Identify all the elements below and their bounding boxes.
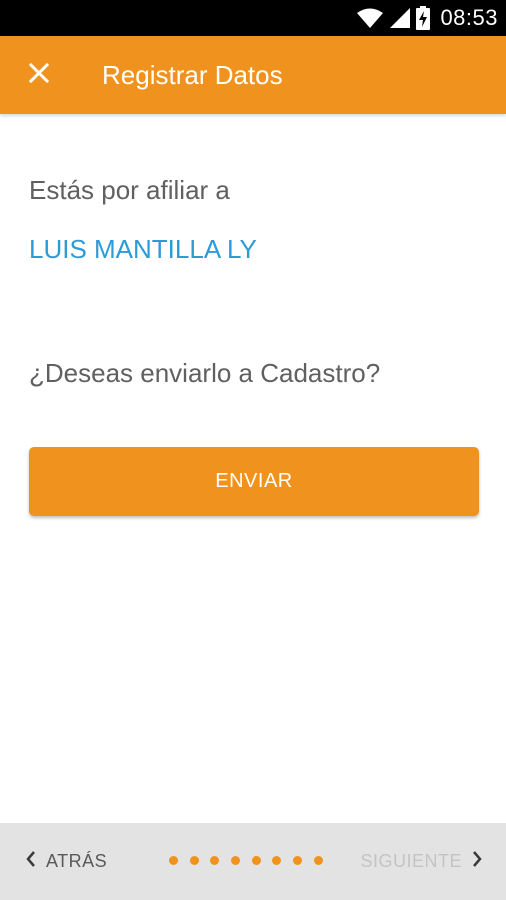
next-button[interactable]: SIGUIENTE [360, 823, 482, 900]
page-dot [272, 856, 282, 865]
page-title: Registrar Datos [102, 60, 283, 90]
next-label: SIGUIENTE [360, 851, 462, 871]
wifi-icon [356, 7, 384, 29]
page-dot [251, 856, 261, 865]
chevron-right-icon [472, 851, 482, 872]
intro-text: Estás por afiliar a [29, 175, 230, 205]
app-bar: Registrar Datos [0, 36, 506, 114]
close-icon [28, 62, 50, 88]
back-label: ATRÁS [46, 851, 108, 871]
person-name: LUIS MANTILLA LY [29, 234, 257, 264]
page-dot [169, 856, 178, 865]
status-bar: 08:53 [0, 0, 506, 36]
page-indicator [169, 856, 323, 866]
close-button[interactable] [22, 58, 56, 92]
page-dot [210, 856, 220, 865]
page-dot [313, 856, 323, 865]
send-button[interactable]: ENVIAR [29, 447, 479, 516]
page-dot [231, 856, 241, 865]
chevron-left-icon [26, 851, 36, 872]
battery-charging-icon [416, 6, 431, 30]
page-dot [189, 856, 199, 865]
clock: 08:53 [440, 5, 498, 30]
question-text: ¿Deseas enviarlo a Cadastro? [29, 358, 381, 388]
page-dot [293, 856, 303, 865]
back-button[interactable]: ATRÁS [26, 823, 107, 900]
bottom-nav: ATRÁS SIGUIENTE [0, 823, 506, 900]
signal-icon [390, 8, 411, 28]
status-icons: 08:53 [356, 0, 498, 36]
